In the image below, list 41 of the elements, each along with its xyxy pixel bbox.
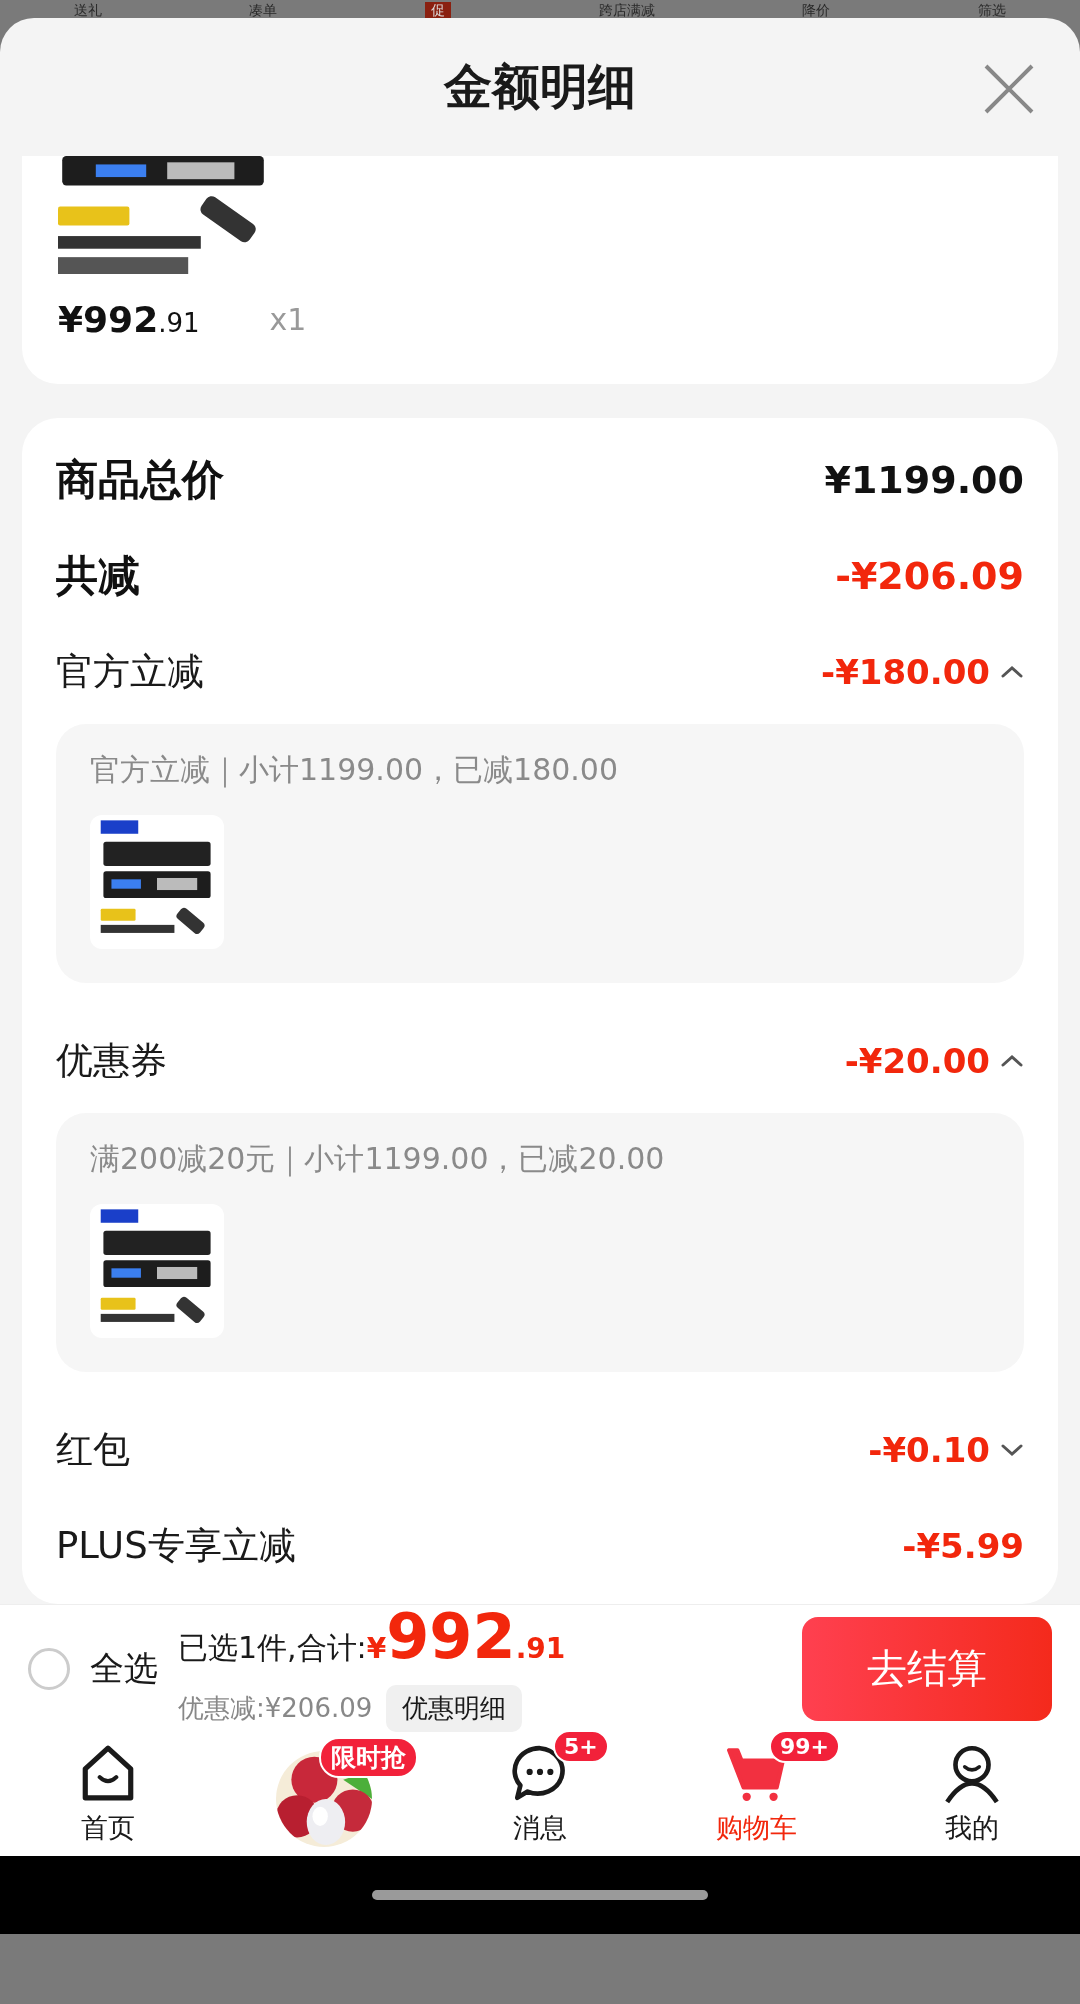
- caret-icon[interactable]: [1000, 1054, 1024, 1068]
- category-tab[interactable]: 降价: [802, 2, 831, 18]
- category-tab[interactable]: 凑单: [249, 2, 278, 18]
- discount-label: PLUS专享立减: [56, 1523, 296, 1569]
- discount-amount: -¥0.10: [868, 1430, 990, 1470]
- discount-detail-text: 官方立减｜小计1199.00，已减180.00: [90, 751, 620, 790]
- category-tab[interactable]: 促: [425, 2, 452, 18]
- close-icon[interactable]: [984, 64, 1034, 114]
- tab-label[interactable]: 购物车: [715, 1810, 797, 1846]
- category-tab[interactable]: 跨店满减: [598, 2, 655, 18]
- summary-label: 共减: [56, 550, 140, 602]
- badge: 5+: [553, 1730, 609, 1763]
- summary-amount: -¥206.09: [835, 554, 1024, 598]
- select-all-radio[interactable]: [28, 1647, 70, 1690]
- discount-label: 红包: [56, 1427, 130, 1473]
- quantity-label: x1: [269, 301, 307, 337]
- caret-icon[interactable]: [1000, 1443, 1024, 1457]
- discount-label: 官方立减: [56, 649, 204, 695]
- discount-total: 优惠减:¥206.09: [178, 1692, 373, 1725]
- sheet-title: 金额明细: [444, 57, 636, 116]
- badge: 99+: [769, 1730, 841, 1763]
- checkout-button[interactable]: 去结算: [802, 1616, 1052, 1721]
- tab-label[interactable]: 消息: [513, 1810, 567, 1846]
- summary-amount: ¥1199.00: [824, 458, 1024, 502]
- discount-label: 优惠券: [56, 1038, 167, 1084]
- product-price: ¥992.91: [58, 298, 200, 340]
- category-tab[interactable]: 筛选: [978, 2, 1007, 18]
- category-tab[interactable]: 送礼: [73, 2, 102, 18]
- tab-label[interactable]: 我的: [945, 1810, 999, 1846]
- total-price: ¥992.91: [366, 1605, 566, 1675]
- discount-amount: -¥20.00: [844, 1041, 990, 1081]
- caret-icon[interactable]: [1000, 665, 1024, 679]
- selected-summary: 已选1件,合计:: [178, 1629, 367, 1667]
- tab-label[interactable]: 首页: [81, 1810, 135, 1846]
- summary-label: 商品总价: [56, 454, 224, 506]
- discount-detail-button[interactable]: 优惠明细: [386, 1685, 523, 1732]
- badge: 限时抢: [319, 1737, 418, 1778]
- discount-amount: -¥5.99: [902, 1526, 1024, 1566]
- select-all-label[interactable]: 全选: [90, 1645, 158, 1692]
- discount-amount: -¥180.00: [821, 652, 990, 692]
- discount-detail-text: 满200减20元｜小计1199.00，已减20.00: [90, 1140, 666, 1179]
